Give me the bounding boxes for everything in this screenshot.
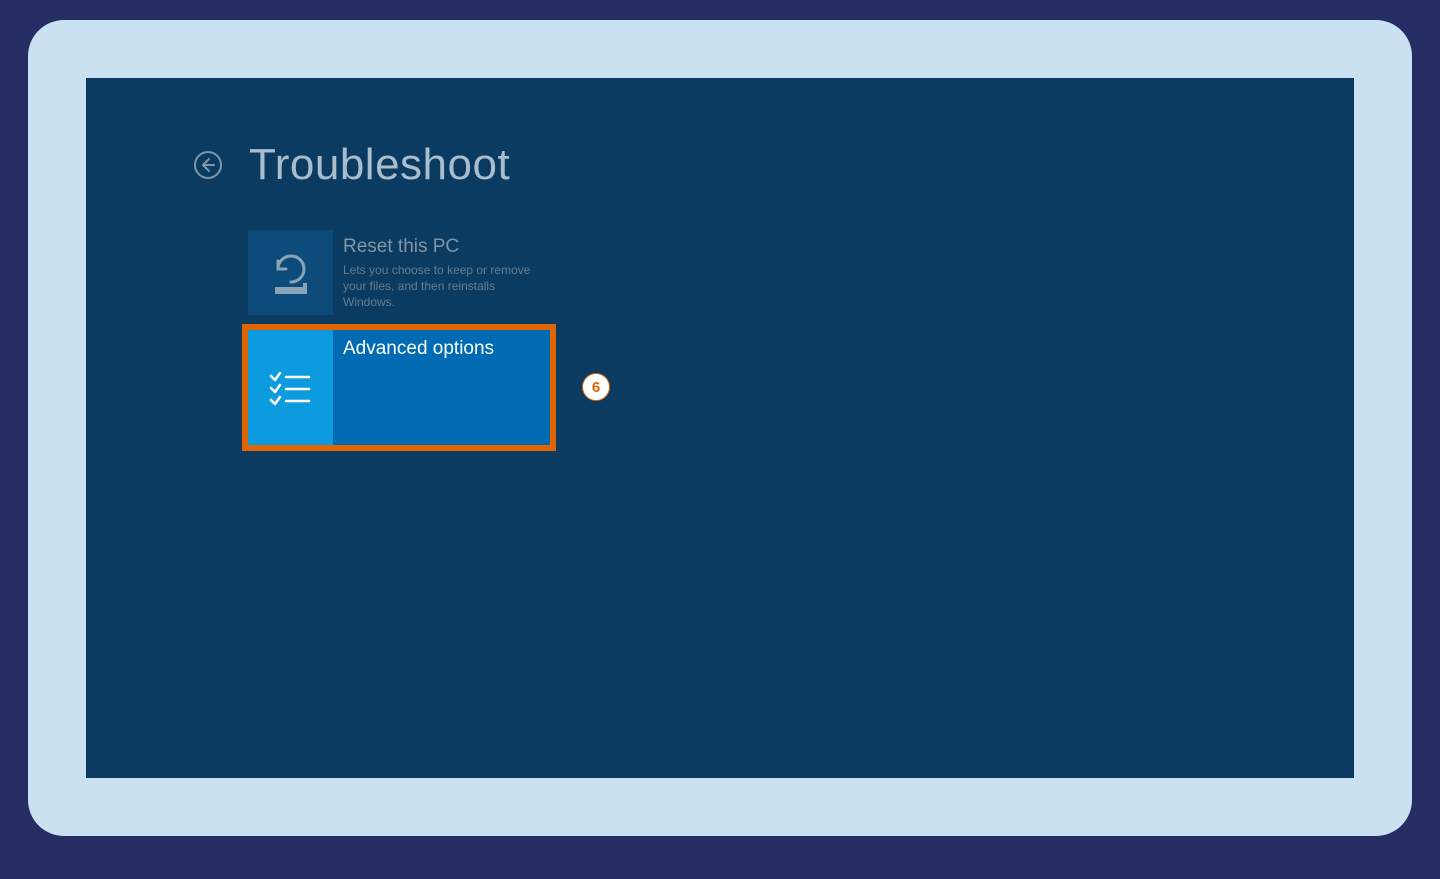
tile-advanced-text: Advanced options	[333, 330, 550, 445]
tile-reset-desc: Lets you choose to keep or remove your f…	[343, 262, 538, 311]
step-callout-6: 6	[582, 373, 610, 401]
instruction-frame: Troubleshoot Reset this PC Lets you choo…	[28, 20, 1412, 836]
tile-advanced-title: Advanced options	[343, 338, 540, 360]
advanced-options-icon	[248, 330, 333, 445]
tile-advanced-options[interactable]: Advanced options	[248, 330, 550, 445]
tile-reset-this-pc[interactable]: Reset this PC Lets you choose to keep or…	[248, 230, 548, 315]
page-header: Troubleshoot	[191, 140, 510, 190]
back-button[interactable]	[191, 148, 225, 182]
windows-recovery-screen: Troubleshoot Reset this PC Lets you choo…	[86, 78, 1354, 778]
tile-reset-text: Reset this PC Lets you choose to keep or…	[333, 230, 548, 315]
tile-reset-title: Reset this PC	[343, 236, 538, 258]
reset-pc-icon	[248, 230, 333, 315]
back-arrow-icon	[193, 150, 223, 180]
page-title: Troubleshoot	[249, 140, 510, 190]
